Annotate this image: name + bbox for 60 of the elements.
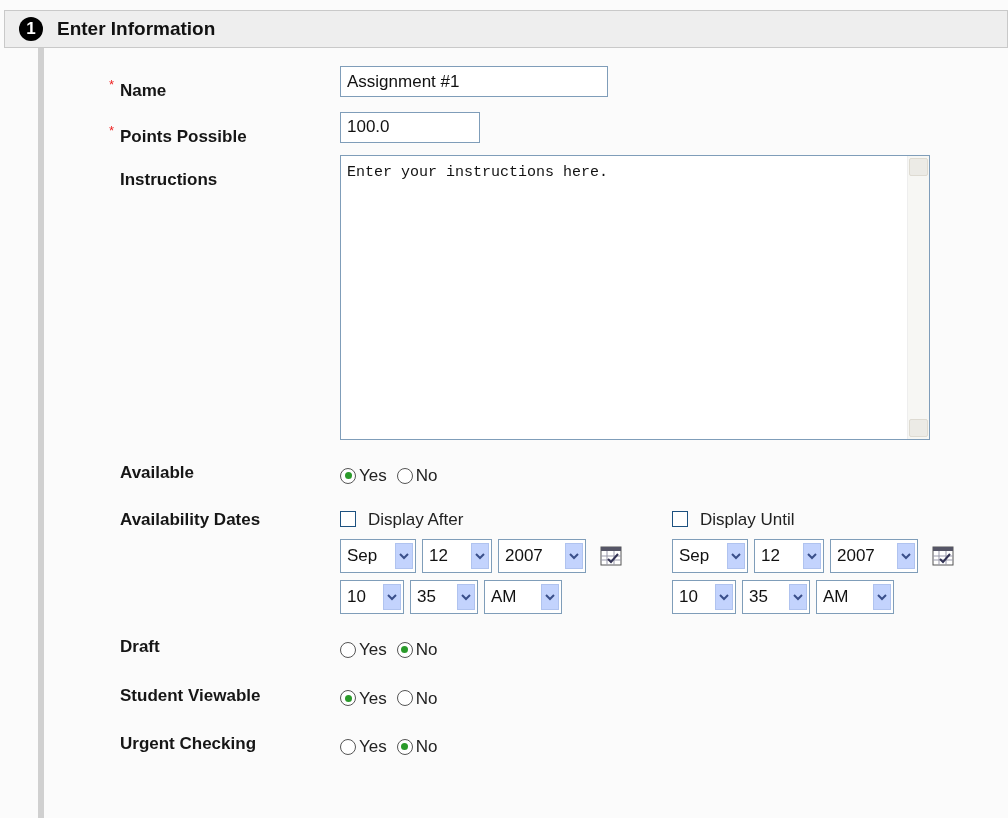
checkbox-label: Display Until [700,508,795,531]
caret-icon [541,584,559,610]
dropdown[interactable]: Sep [672,539,748,573]
option-label: No [415,465,438,487]
dropdown[interactable]: 2007 [830,539,918,573]
dropdown[interactable]: 10 [340,580,404,614]
option-label: Yes [359,465,387,487]
caret-icon [897,543,915,569]
dropdown[interactable]: Sep [340,539,416,573]
option-label: Yes [359,639,387,661]
radio-button[interactable] [396,690,413,707]
field-label: Student Viewable [120,684,262,707]
option-label: No [415,736,438,758]
caret-icon [471,543,489,569]
calendar-icon[interactable] [932,546,954,566]
caret-icon [457,584,475,610]
radio-button[interactable] [396,467,413,484]
dropdown[interactable]: 2007 [498,539,586,573]
caret-icon [383,584,401,610]
dropdown[interactable]: AM [484,580,562,614]
caret-icon [395,543,413,569]
radio-button[interactable] [340,641,356,658]
caret-icon [715,584,733,610]
option-label: No [415,639,438,661]
checkbox[interactable] [672,511,688,528]
dropdown[interactable]: 35 [410,580,478,614]
dropdown[interactable]: 12 [754,539,824,573]
section-title: Enter Information [57,16,216,41]
dropdown[interactable]: 10 [672,580,736,614]
text-field[interactable]: Assignment #1 [340,66,608,97]
option-label: No [415,687,438,710]
option-label: Yes [359,687,387,710]
radio-button[interactable] [340,738,356,755]
field-label: Availability Dates [120,508,262,531]
dropdown[interactable]: AM [816,580,894,614]
field-label: Draft [120,636,161,658]
field-label: Name [120,80,168,102]
caret-icon [727,543,745,569]
step-number: 1 [19,17,43,41]
radio-button[interactable] [340,690,356,707]
field-label: Available [120,462,196,484]
text-field[interactable]: 100.0 [340,111,480,143]
field-label: Urgent Checking [120,733,258,755]
radio-button[interactable] [396,641,413,658]
caret-icon [789,584,807,610]
calendar-icon[interactable] [600,546,622,566]
checkbox[interactable] [340,511,356,528]
caret-icon [565,543,583,569]
checkbox-label: Display After [368,508,464,531]
field-label: Points Possible [120,125,248,148]
caret-icon [873,584,891,610]
dropdown[interactable]: 35 [742,580,810,614]
radio-button[interactable] [340,467,356,484]
caret-icon [803,543,821,569]
option-label: Yes [359,736,387,758]
dropdown[interactable]: 12 [422,539,492,573]
field-label: Instructions [120,169,219,191]
radio-button[interactable] [396,738,413,755]
required-marker: * [108,77,114,92]
required-marker: * [108,122,114,138]
